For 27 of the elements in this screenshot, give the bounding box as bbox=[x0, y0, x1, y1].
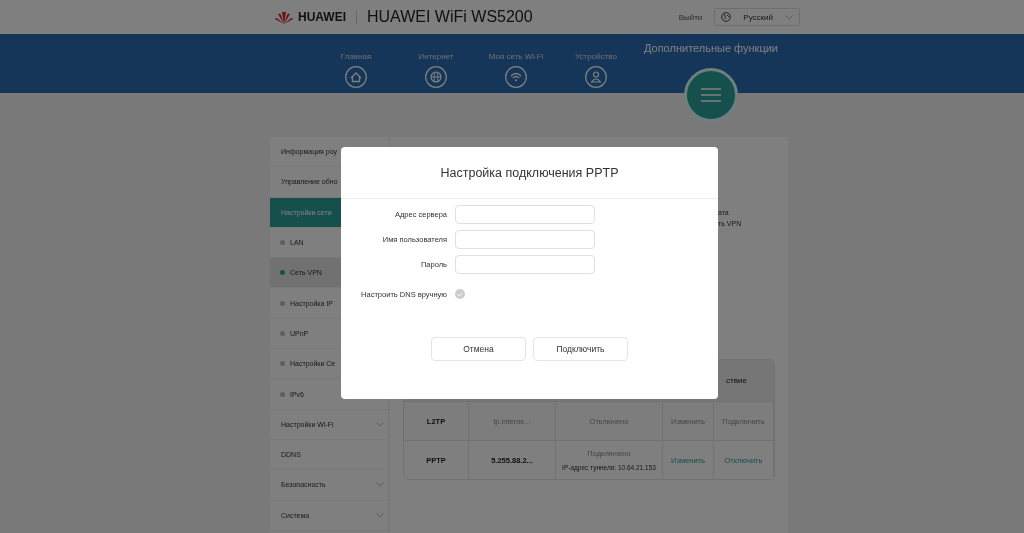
input-field[interactable] bbox=[455, 205, 595, 224]
logout-link[interactable]: Выйти bbox=[678, 12, 703, 22]
brand-logo: HUAWEI bbox=[275, 10, 357, 24]
nav-tab[interactable]: Главная bbox=[316, 34, 396, 93]
chevron-down-icon bbox=[376, 512, 384, 518]
dns-checkbox[interactable] bbox=[455, 289, 465, 299]
chevron-down-icon bbox=[376, 482, 384, 488]
menu-button[interactable] bbox=[684, 68, 738, 122]
dialog-button[interactable]: Подключить bbox=[533, 337, 628, 361]
chevron-down-icon bbox=[376, 421, 384, 427]
chevron-down-icon bbox=[785, 14, 793, 20]
language-select[interactable]: Русский bbox=[714, 8, 800, 26]
nav-tab[interactable]: Устройство bbox=[556, 34, 636, 93]
input-field[interactable] bbox=[455, 230, 595, 249]
router-title: HUAWEI WiFi WS5200 bbox=[367, 8, 533, 26]
wifi-icon bbox=[505, 66, 527, 88]
menu-icon bbox=[701, 88, 721, 102]
petal-logo-icon bbox=[275, 10, 293, 24]
nav-tab[interactable]: Интернет bbox=[396, 34, 476, 93]
dialog-button[interactable]: Отмена bbox=[431, 337, 526, 361]
home-icon bbox=[345, 66, 367, 88]
nav-tab[interactable]: Моя сеть Wi-Fi bbox=[476, 34, 556, 93]
input-field[interactable] bbox=[455, 255, 595, 274]
more-features-label: Дополнительные функции bbox=[643, 42, 778, 54]
dialog-title: Настройка подключения PPTP bbox=[341, 147, 718, 199]
column-header: ствие bbox=[726, 376, 748, 385]
user-icon bbox=[585, 66, 607, 88]
